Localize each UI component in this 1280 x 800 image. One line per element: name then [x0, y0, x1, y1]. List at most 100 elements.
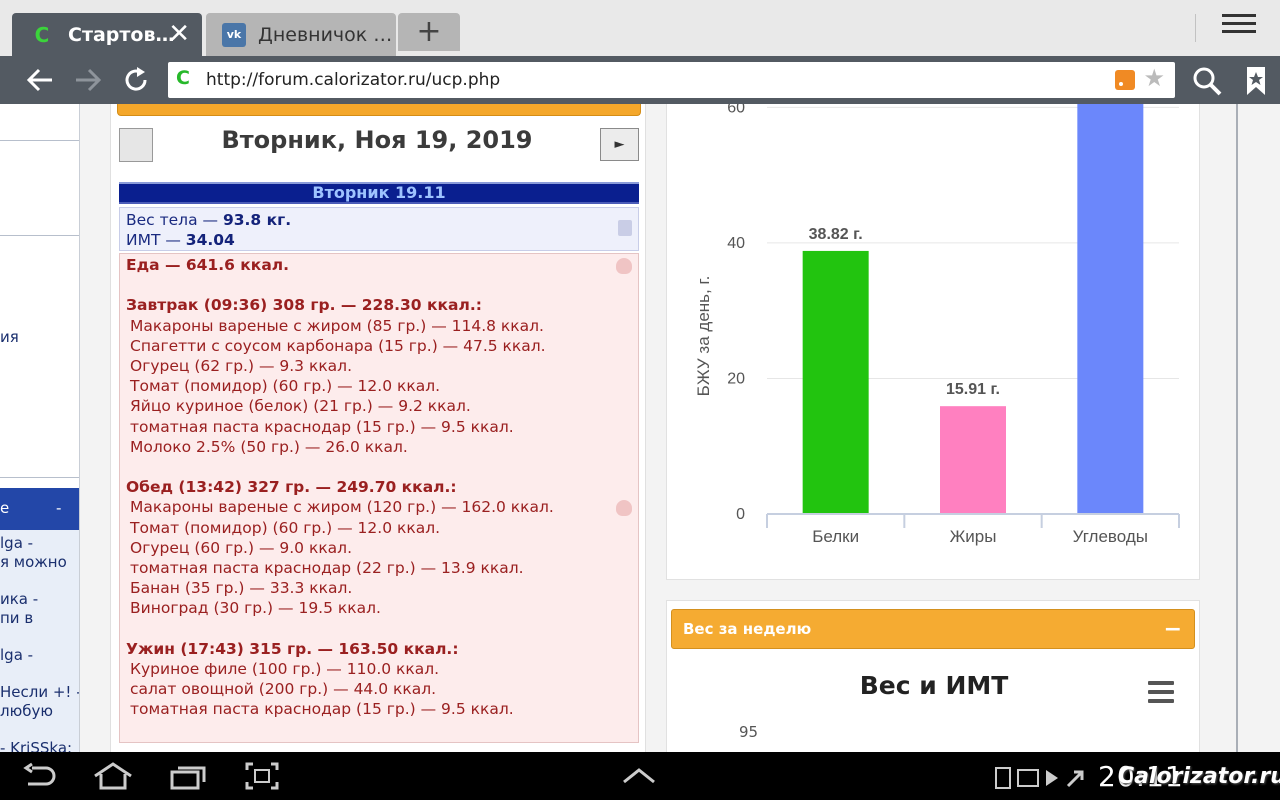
food-log: Еда — 641.6 ккал. Завтрак (09:36) 308 гр.… — [119, 253, 639, 743]
data-label: 15.91 г. — [946, 381, 1000, 398]
meal-header: Ужин (17:43) 315 гр. — 163.50 ккал.: — [126, 639, 459, 658]
food-item: Куриное филе (100 гр.) — 110.0 ккал. — [130, 660, 440, 679]
rss-icon[interactable] — [1115, 70, 1135, 90]
page-content: ия е - lga - я можно ика - пи в lga - Не… — [0, 104, 1280, 752]
food-item: Томат (помидор) (60 гр.) — 12.0 ккал. — [130, 377, 441, 396]
weight-label: Вес тела — — [126, 211, 223, 229]
food-item: салат овощной (200 гр.) — 44.0 ккал. — [130, 680, 437, 699]
food-item: Спагетти с соусом карбонара (15 гр.) — 4… — [130, 336, 546, 355]
close-tab-icon[interactable]: ✕ — [168, 20, 190, 48]
new-tab-button[interactable]: + — [398, 13, 460, 51]
search-icon[interactable] — [1192, 66, 1222, 96]
weight-axis-tick: 95 — [739, 723, 759, 741]
bookmarks-icon[interactable] — [1243, 66, 1269, 96]
watermark: Calorizator.ru — [1118, 764, 1280, 789]
hand-icon[interactable] — [616, 500, 632, 516]
nutrients-chart-card: 38.82 г. 15.91 г. 0 20 40 60 Белки Жиры Углевод… — [666, 104, 1200, 580]
topic-link[interactable]: Несли +! - — [0, 683, 79, 701]
section-title: е — [0, 499, 10, 517]
screenshot-icon[interactable] — [245, 762, 279, 790]
weight-chart-title: Вес и ИМТ — [859, 671, 1009, 700]
chevron-up-icon[interactable] — [622, 766, 656, 784]
chart-bars: 38.82 г. 15.91 г. — [802, 104, 1144, 515]
food-list: Еда — 641.6 ккал. Завтрак (09:36) 308 гр.… — [126, 255, 632, 720]
data-label: 38.82 г. — [809, 226, 863, 243]
address-bar: C http://forum.calorizator.ru/ucp.php ★ — [0, 56, 1280, 104]
topic-link[interactable]: я можно — [0, 553, 67, 571]
url-text[interactable]: http://forum.calorizator.ru/ucp.php — [206, 70, 500, 90]
sidebar-text: ия — [0, 328, 19, 346]
food-item: томатная паста краснодар (22 гр.) — 13.9… — [130, 559, 524, 578]
divider — [0, 235, 79, 236]
food-item: Макароны вареные с жиром (120 гр.) — 162… — [130, 498, 554, 517]
panel-header — [117, 104, 641, 116]
tab-strip: C Стартов… ✕ vk Дневничок … + — [0, 0, 1280, 56]
divider — [0, 140, 79, 141]
tab-title: Дневничок … — [258, 23, 393, 46]
collapse-icon[interactable]: - — [56, 499, 61, 517]
url-field[interactable]: C http://forum.calorizator.ru/ucp.php ★ — [168, 62, 1175, 98]
recent-apps-icon[interactable] — [170, 762, 206, 790]
back-icon[interactable] — [22, 762, 56, 790]
reload-icon[interactable] — [113, 56, 159, 104]
weekly-header[interactable]: Вес за неделю − — [671, 609, 1195, 649]
y-tick-label: 40 — [727, 235, 745, 252]
x-tick-label: Белки — [812, 527, 859, 546]
food-item: Макароны вареные с жиром (85 гр.) — 114.… — [130, 316, 544, 335]
back-arrow-icon[interactable] — [17, 56, 63, 104]
collapse-icon[interactable]: − — [1164, 619, 1182, 641]
food-item: Огурец (60 гр.) — 9.0 ккал. — [130, 538, 353, 557]
vk-favicon: vk — [222, 22, 246, 47]
scale-icon[interactable] — [618, 220, 632, 236]
divider — [1195, 14, 1196, 42]
hand-icon[interactable] — [616, 258, 632, 274]
food-item: томатная паста краснодар (15 гр.) — 9.5 … — [130, 417, 514, 436]
topic-link[interactable]: ика - — [0, 590, 38, 608]
forward-arrow-icon[interactable] — [65, 56, 111, 104]
y-tick-label: 0 — [736, 506, 745, 523]
calorizator-favicon: C — [176, 67, 190, 89]
system-navigation-bar: 20:11 Calorizator.ru — [0, 752, 1280, 800]
home-icon[interactable] — [93, 762, 133, 790]
nutrients-bar-chart: 38.82 г. 15.91 г. 0 20 40 60 Белки Жиры Углевод… — [694, 104, 1180, 546]
prev-day-button[interactable] — [119, 128, 153, 162]
meal-header: Обед (13:42) 327 гр. — 249.70 ккал.: — [126, 478, 457, 497]
food-item: томатная паста краснодар (15 гр.) — 9.5 … — [130, 700, 514, 719]
x-tick-label: Углеводы — [1073, 527, 1148, 546]
food-item: Банан (35 гр.) — 33.3 ккал. — [130, 579, 353, 598]
topic-link[interactable]: - KriSSka: — [0, 739, 72, 752]
topic-link[interactable]: любую — [0, 702, 53, 720]
sidebar-topics: lga - я можно ика - пи в lga - Несли +! … — [0, 530, 79, 752]
y-axis-label: БЖУ за день, г. — [694, 276, 713, 397]
menu-icon[interactable] — [1222, 14, 1256, 42]
next-day-button[interactable]: ► — [600, 128, 639, 161]
notification-icons — [995, 767, 1084, 789]
food-item: Томат (помидор) (60 гр.) — 12.0 ккал. — [130, 518, 441, 537]
x-tick-label: Жиры — [950, 527, 997, 546]
food-item: Виноград (30 гр.) — 19.5 ккал. — [130, 599, 381, 618]
scrollbar[interactable] — [1236, 104, 1238, 752]
topic-link[interactable]: lga - — [0, 534, 33, 552]
topic-link[interactable]: пи в — [0, 609, 33, 627]
weight-value: 93.8 кг. — [222, 211, 292, 229]
bmi-label: ИМТ — — [126, 231, 186, 249]
topic-link[interactable]: lga - — [0, 646, 33, 664]
food-item: Огурец (62 гр.) — 9.3 ккал. — [130, 357, 353, 375]
weekly-title: Вес за неделю — [683, 620, 812, 638]
divider — [0, 477, 79, 478]
chart-menu-icon[interactable] — [1148, 681, 1174, 703]
food-item: Яйцо куриное (белок) (21 гр.) — 9.2 ккал… — [130, 397, 471, 416]
bar-2 — [940, 406, 1006, 514]
meal-header: Завтрак (09:36) 308 гр. — 228.30 ккал.: — [126, 296, 482, 315]
tab-dnevnichok[interactable]: vk Дневничок … — [206, 13, 396, 56]
y-tick-label: 20 — [727, 370, 745, 387]
star-icon[interactable]: ★ — [1143, 64, 1165, 92]
bar-3 — [1077, 104, 1144, 514]
forum-sidebar: ия е - lga - я можно ика - пи в lga - Не… — [0, 104, 80, 752]
sidebar-section-header[interactable]: е - — [0, 488, 79, 530]
bmi-value: 34.04 — [185, 231, 235, 249]
tab-title: Стартов… — [68, 23, 175, 46]
tab-start[interactable]: C Стартов… ✕ — [12, 13, 202, 56]
